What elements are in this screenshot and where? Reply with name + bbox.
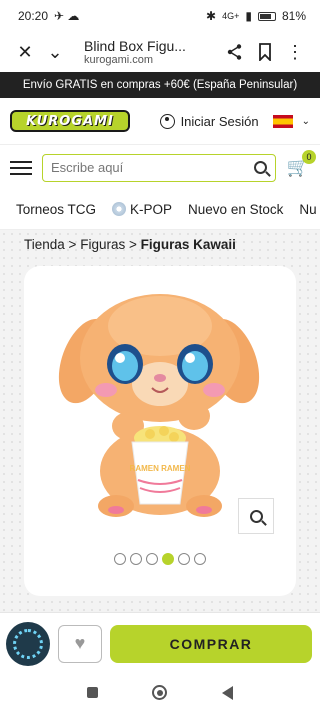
login-link[interactable]: Iniciar Sesión ⌄ [159,113,310,129]
promo-banner: Envío GRATIS en compras +60€ (España Pen… [0,72,320,98]
site-logo[interactable]: KUROGAMI [10,110,130,132]
more-options-icon[interactable]: ⋮ [280,37,310,67]
category-torneos-tcg[interactable]: Torneos TCG [16,202,96,217]
gallery-dot[interactable] [146,553,158,565]
share-icon[interactable] [220,37,250,67]
gallery-dot[interactable] [130,553,142,565]
zoom-button[interactable] [238,498,274,534]
category-nuevo-en-stock[interactable]: Nuevo en Stock [188,202,283,217]
category-nav: Torneos TCG K-POP Nuevo en Stock Nu [0,190,320,230]
search-input[interactable] [51,160,254,175]
gallery-dot[interactable] [114,553,126,565]
status-bar: 20:20 ✈ ☁ ✱ 4G+ ▮ 81% [0,0,320,32]
bookmark-icon[interactable] [250,37,280,67]
gallery-dot[interactable] [194,553,206,565]
recent-apps-icon[interactable] [87,687,99,698]
zoom-icon [249,509,263,523]
buy-button[interactable]: COMPRAR [110,624,312,663]
page-url: kurogami.com [84,53,154,66]
breadcrumb-separator: > [128,237,137,252]
gallery-dot[interactable] [178,553,190,565]
back-icon[interactable] [221,685,233,700]
cup-text: RAMEN RAMEN [130,464,191,473]
spain-flag-icon[interactable] [272,114,293,128]
breadcrumb-tienda[interactable]: Tienda [24,237,65,252]
logo-text: KUROGAMI [26,113,114,129]
bluetooth-icon: ✱ [206,9,217,23]
cd-icon [112,202,127,216]
site-header: KUROGAMI Iniciar Sesión ⌄ [0,98,320,144]
breadcrumb-separator: > [68,237,77,252]
page-title: Blind Box Figu... [84,37,186,54]
gallery-dots [24,553,296,565]
breadcrumb-figuras[interactable]: Figuras [80,237,125,252]
signal-icon: ▮ [245,9,252,23]
breadcrumb-current: Figuras Kawaii [140,237,236,252]
chevron-down-icon[interactable]: ⌄ [40,37,70,67]
browser-toolbar: ✕ ⌄ Blind Box Figu... kurogami.com ⋮ [0,32,320,72]
heart-icon: ♥ [74,633,86,653]
main-content: Tienda > Figuras > Figuras Kawaii RAMEN … [0,230,320,612]
notification-icons: ✈ ☁ [54,9,80,23]
search-box[interactable] [42,153,276,182]
breadcrumb: Tienda > Figuras > Figuras Kawaii [0,230,320,258]
time: 20:20 [18,9,49,23]
tab-title-area[interactable]: Blind Box Figu... kurogami.com [84,38,220,67]
search-icon[interactable] [254,161,267,174]
search-row: 🛒 0 [0,144,320,190]
chevron-down-icon[interactable]: ⌄ [302,116,310,127]
user-icon [159,113,175,129]
cart-count-badge: 0 [302,149,316,164]
close-icon[interactable]: ✕ [10,37,40,67]
promo-text: Envío GRATIS en compras +60€ (España Pen… [22,79,298,91]
chat-widget-icon[interactable] [6,621,50,666]
wishlist-button[interactable]: ♥ [58,624,102,663]
system-navigation-bar [0,674,320,711]
battery-level: 81% [281,9,306,23]
gallery-dot[interactable] [162,553,174,565]
product-action-bar: ♥ COMPRAR [0,612,320,674]
home-icon[interactable] [152,685,168,700]
login-label: Iniciar Sesión [180,113,259,129]
menu-icon[interactable] [10,160,32,175]
cart-button[interactable]: 🛒 0 [286,149,316,180]
category-truncated[interactable]: Nu [299,202,316,217]
product-gallery[interactable]: RAMEN RAMEN [24,266,296,596]
signal-label: 4G+ [222,11,240,21]
category-kpop[interactable]: K-POP [112,202,172,217]
battery-icon [257,11,276,21]
